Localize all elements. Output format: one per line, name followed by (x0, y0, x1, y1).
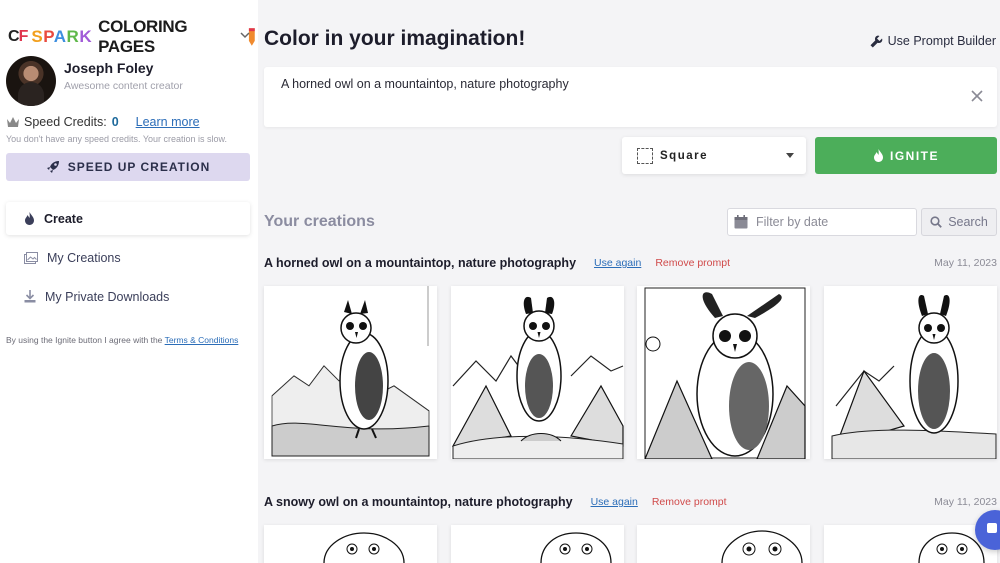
sidebar-item-my-creations[interactable]: My Creations (6, 241, 250, 274)
logo-mark: CF (8, 28, 29, 46)
prompt-builder-button[interactable]: Use Prompt Builder (870, 34, 996, 48)
snowy-owl-image (824, 525, 997, 563)
brand-logo[interactable]: CF SPARK COLORING PAGES (8, 17, 258, 56)
snowy-owl-image (451, 525, 624, 563)
creations-title: Your creations (264, 213, 375, 230)
speed-up-label: SPEED UP CREATION (67, 160, 211, 174)
rocket-icon (46, 161, 59, 173)
use-again-link[interactable]: Use again (591, 496, 638, 508)
logo-letter: K (79, 27, 93, 46)
avatar (6, 56, 56, 106)
logo-letter: A (53, 27, 67, 46)
creation-group-header: A snowy owl on a mountaintop, nature pho… (264, 495, 997, 509)
sidebar: CF SPARK COLORING PAGES Joseph Foley Awe… (0, 0, 258, 563)
creation-thumbnail[interactable] (451, 525, 624, 563)
caret-down-icon (786, 153, 794, 158)
gallery-icon (24, 251, 38, 264)
remove-prompt-link[interactable]: Remove prompt (652, 496, 727, 508)
horned-owl-image (824, 286, 997, 459)
creation-thumbnail[interactable] (824, 525, 997, 563)
search-button[interactable]: Search (921, 208, 997, 236)
sidebar-item-label: My Creations (47, 250, 121, 265)
horned-owl-image (637, 286, 810, 459)
creation-group-header: A horned owl on a mountaintop, nature ph… (264, 256, 997, 270)
logo-mark-c: C (8, 28, 20, 45)
sidebar-item-label: Create (44, 211, 83, 226)
prompt-box (264, 67, 997, 127)
group-date: May 11, 2023 (934, 496, 997, 508)
profile-name: Joseph Foley (64, 60, 154, 76)
creation-thumbnail[interactable] (451, 286, 624, 459)
snowy-owl-image (264, 525, 437, 563)
shape-select-value: Square (660, 149, 708, 162)
group-date: May 11, 2023 (934, 257, 997, 269)
user-profile[interactable]: Joseph Foley Awesome content creator (6, 56, 183, 106)
creation-thumbnail[interactable] (264, 286, 437, 459)
sidebar-nav: Create My Creations My Private Downloads (6, 202, 250, 319)
horned-owl-image (451, 286, 624, 459)
download-icon (24, 290, 36, 303)
logo-mark-f: F (18, 28, 29, 45)
credits-note: You don't have any speed credits. Your c… (6, 134, 228, 144)
profile-role: Awesome content creator (64, 80, 183, 92)
logo-text: COLORING PAGES (98, 17, 188, 56)
logo-letter: S (31, 27, 44, 46)
logo-spark: SPARK (31, 27, 92, 47)
learn-more-link[interactable]: Learn more (136, 115, 200, 129)
terms-notice: By using the Ignite button I agree with … (6, 334, 246, 347)
flame-icon (873, 149, 883, 162)
app: CF SPARK COLORING PAGES Joseph Foley Awe… (0, 0, 1000, 563)
remove-prompt-link[interactable]: Remove prompt (655, 257, 730, 269)
chevron-down-icon[interactable] (238, 28, 252, 42)
search-icon (930, 216, 943, 228)
sidebar-item-create[interactable]: Create (6, 202, 250, 235)
ignite-button[interactable]: IGNITE (815, 137, 997, 174)
prompt-builder-label: Use Prompt Builder (887, 34, 996, 48)
shape-select[interactable]: Square (622, 137, 806, 174)
creation-thumbnail[interactable] (637, 525, 810, 563)
creation-thumbnail[interactable] (637, 286, 810, 459)
group-prompt: A snowy owl on a mountaintop, nature pho… (264, 495, 573, 509)
sidebar-item-label: My Private Downloads (45, 289, 170, 304)
speed-up-creation-button[interactable]: SPEED UP CREATION (6, 153, 250, 181)
prompt-input[interactable] (281, 77, 931, 91)
square-shape-icon (637, 147, 653, 164)
terms-text: By using the Ignite button I agree with … (6, 335, 165, 345)
calendar-icon (734, 215, 748, 229)
flame-icon (25, 212, 34, 225)
terms-link[interactable]: Terms & Conditions (165, 335, 239, 345)
crown-icon (7, 117, 19, 127)
profile-text: Joseph Foley Awesome content creator (64, 60, 183, 92)
date-filter-input[interactable] (756, 215, 906, 229)
credits-label: Speed Credits: (24, 115, 107, 129)
use-again-link[interactable]: Use again (594, 257, 641, 269)
logo-letter: P (43, 27, 54, 46)
ignite-label: IGNITE (889, 148, 939, 163)
logo-letter: R (66, 27, 80, 46)
creation-thumbnail[interactable] (264, 525, 437, 563)
group-prompt: A horned owl on a mountaintop, nature ph… (264, 256, 577, 270)
creation-thumbnail[interactable] (824, 286, 997, 459)
page-title: Color in your imagination! (264, 27, 526, 50)
credits-value: 0 (111, 115, 119, 129)
horned-owl-image (264, 286, 437, 459)
search-label: Search (948, 215, 988, 229)
snowy-owl-image (637, 525, 810, 563)
speed-credits: Speed Credits: 0 Learn more (6, 115, 200, 129)
wrench-icon (870, 35, 882, 47)
sidebar-item-my-private-downloads[interactable]: My Private Downloads (6, 280, 250, 313)
close-icon[interactable] (971, 90, 983, 102)
date-filter[interactable] (727, 208, 917, 236)
